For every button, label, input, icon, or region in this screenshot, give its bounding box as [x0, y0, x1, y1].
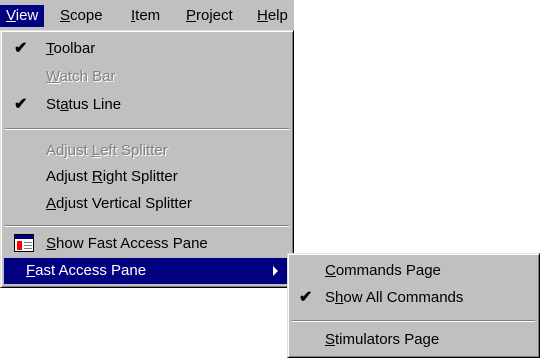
access-pane-icon — [14, 234, 34, 252]
menu-item-label-post: tem — [135, 7, 161, 24]
menu-item-fast-access-pane[interactable]: Fast Access Pane — [4, 258, 290, 284]
menu-item-label: Show Fast Access Pane — [46, 235, 208, 252]
menu-item-label: Toolbar — [46, 40, 96, 57]
menubar: View Scope Item Project Help — [0, 0, 294, 30]
menu-item-label: Stimulators Page — [325, 331, 440, 348]
menu-view-label-accel: V — [6, 7, 16, 24]
menu-item-show-all-commands[interactable]: ✔ Show All Commands — [291, 285, 536, 311]
menu-item-adjust-left-splitter[interactable]: Adjust Left Splitter — [4, 138, 290, 164]
menu-project-label-post: roject — [196, 7, 233, 24]
menu-item-label: Adjust Vertical Splitter — [46, 195, 192, 212]
menu-view-label-post: iew — [15, 7, 39, 24]
check-icon: ✔ — [14, 96, 28, 113]
menu-item[interactable]: Item — [125, 5, 166, 27]
view-menu: ✔ Toolbar Watch Bar ✔ Status Line Adjust… — [0, 30, 294, 288]
check-icon: ✔ — [14, 40, 28, 57]
menu-item-label: Adjust Left Splitter — [46, 142, 168, 159]
menu-separator — [5, 225, 289, 227]
menu-separator — [292, 320, 535, 322]
menu-item-status-line[interactable]: ✔ Status Line — [4, 92, 290, 118]
menu-view[interactable]: View — [0, 5, 45, 27]
menu-item-adjust-vertical-splitter[interactable]: Adjust Vertical Splitter — [4, 191, 290, 217]
menu-project[interactable]: Project — [180, 5, 239, 27]
menu-help-label-post: elp — [267, 7, 288, 24]
menu-item-watch-bar[interactable]: Watch Bar — [4, 64, 290, 90]
menu-item-toolbar[interactable]: ✔ Toolbar — [4, 36, 290, 62]
menu-item-label: Watch Bar — [46, 68, 116, 85]
menu-project-label-accel: P — [186, 7, 197, 24]
fast-access-submenu: Commands Page ✔ Show All Commands Stimul… — [287, 253, 540, 358]
menu-scope[interactable]: Scope — [54, 5, 109, 27]
menu-item-label: Commands Page — [325, 262, 441, 279]
menu-item-label: Status Line — [46, 96, 122, 113]
menu-item-commands-page[interactable]: Commands Page — [291, 258, 536, 284]
menu-help[interactable]: Help — [251, 5, 294, 27]
menu-item-adjust-right-splitter[interactable]: Adjust Right Splitter — [4, 164, 290, 190]
menu-item-label: Adjust Right Splitter — [46, 168, 178, 185]
menu-item-show-fast-access-pane[interactable]: Show Fast Access Pane — [4, 231, 290, 257]
menu-scope-label-post: cope — [70, 7, 103, 24]
menu-help-label-accel: H — [257, 7, 268, 24]
check-icon: ✔ — [299, 289, 313, 306]
submenu-arrow-icon — [273, 266, 278, 276]
menu-item-stimulators-page[interactable]: Stimulators Page — [291, 327, 536, 353]
menu-item-label: Show All Commands — [325, 289, 464, 306]
menu-scope-label-accel: S — [60, 7, 71, 24]
menu-item-label: Fast Access Pane — [26, 262, 147, 279]
menu-separator — [5, 128, 289, 130]
